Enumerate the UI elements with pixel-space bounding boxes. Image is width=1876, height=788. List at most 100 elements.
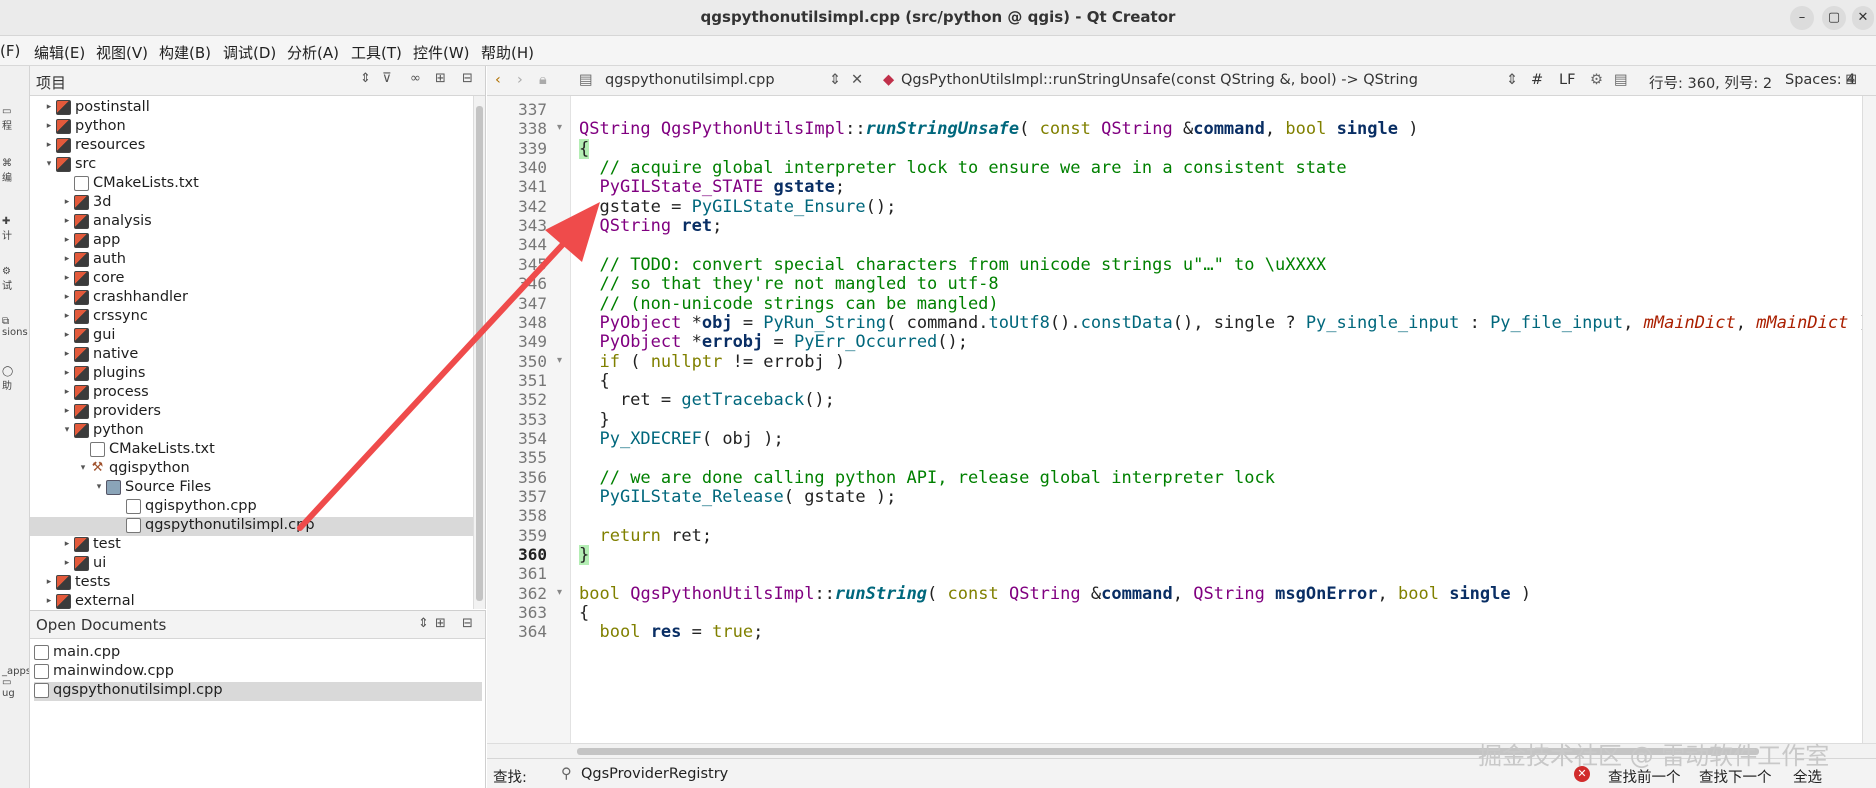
code-line[interactable]: bool res = true; [579,622,763,642]
tree-item[interactable]: CMakeLists.txt [76,441,215,460]
collapsed-arrow-icon[interactable]: ▸ [60,387,74,397]
expanded-arrow-icon[interactable]: ▾ [60,425,74,435]
collapsed-arrow-icon[interactable]: ▸ [60,349,74,359]
document-icon[interactable]: ▤ [1614,72,1628,88]
kit-selector[interactable]: _apps ▭ ug [2,666,29,699]
tree-item[interactable]: ▸ resources [42,137,146,156]
tree-item[interactable]: ▸ tests [42,574,111,593]
tree-item[interactable]: ▸ analysis [60,213,152,232]
fold-marker-icon[interactable]: ▾ [557,587,562,598]
menu-build[interactable]: 构建(B) [159,42,211,63]
mode-debug[interactable]: ✚ 计 [2,216,28,242]
menu-edit[interactable]: 编辑(E) [34,42,85,63]
menu-view[interactable]: 视图(V) [96,42,148,63]
collapsed-arrow-icon[interactable]: ▸ [42,577,56,587]
menu-help[interactable]: 帮助(H) [481,42,534,63]
collapsed-arrow-icon[interactable]: ▸ [60,311,74,321]
find-input[interactable]: QgsProviderRegistry [581,766,728,782]
menu-tools[interactable]: 工具(T) [351,42,402,63]
expanded-arrow-icon[interactable]: ▾ [92,482,106,492]
forward-icon[interactable]: › [517,72,523,88]
tree-item[interactable]: ▸ postinstall [42,99,150,118]
expanded-arrow-icon[interactable]: ▾ [42,159,56,169]
collapsed-arrow-icon[interactable]: ▸ [42,102,56,112]
collapsed-arrow-icon[interactable]: ▸ [60,235,74,245]
collapsed-arrow-icon[interactable]: ▸ [60,558,74,568]
code-line[interactable]: // acquire global interpreter lock to en… [579,158,1346,178]
tree-item[interactable]: ▸ core [60,270,125,289]
menu-window[interactable]: 控件(W) [413,42,470,63]
close-button[interactable]: ✕ [1852,6,1874,30]
collapsed-arrow-icon[interactable]: ▸ [60,273,74,283]
code-line[interactable]: PyGILState_Release( gstate ); [579,487,896,507]
link-icon[interactable]: ∞ [410,71,421,86]
minimize-button[interactable]: – [1790,6,1814,30]
cursor-position[interactable]: 行号: 360, 列号: 2 [1649,72,1772,93]
code-line[interactable]: PyObject *errobj = PyErr_Occurred(); [579,332,968,352]
back-icon[interactable]: ‹ [495,72,501,88]
editor-vertical-scrollbar[interactable] [1862,96,1876,743]
code-line[interactable]: { [579,138,590,159]
close-panel-icon[interactable]: ⊟ [462,616,473,631]
collapsed-arrow-icon[interactable]: ▸ [60,406,74,416]
code-line[interactable]: bool QgsPythonUtilsImpl::runString( cons… [579,584,1531,604]
mode-extensions[interactable]: ⧉ sions [2,316,28,338]
code-line[interactable]: PyObject *obj = PyRun_String( command.to… [579,313,1876,333]
tree-item[interactable]: ▸ auth [60,251,126,270]
tree-item[interactable]: ▾ ⚒ qgispython [76,460,190,479]
symbol-selector[interactable]: QgsPythonUtilsImpl::runStringUnsafe(cons… [901,72,1418,88]
code-model-icon[interactable]: ⚙ [1590,72,1603,88]
collapsed-arrow-icon[interactable]: ▸ [60,292,74,302]
collapsed-arrow-icon[interactable]: ▸ [60,254,74,264]
preprocessor-button[interactable]: # [1531,72,1543,88]
document-selector[interactable]: qgspythonutilsimpl.cpp [605,72,775,88]
expanded-arrow-icon[interactable]: ▾ [76,463,90,473]
split-icon[interactable]: ⊞ [435,616,446,631]
tree-item[interactable]: ▸ native [60,346,139,365]
split-editor-icon[interactable]: ⊞ [1845,72,1857,88]
tree-item[interactable]: ▸ process [60,384,149,403]
code-line[interactable]: gstate = PyGILState_Ensure(); [579,197,896,217]
collapsed-arrow-icon[interactable]: ▸ [60,539,74,549]
code-line[interactable]: PyGILState_STATE gstate; [579,177,845,197]
close-document-icon[interactable]: ✕ [851,72,863,88]
code-line[interactable]: } [579,410,609,430]
code-line[interactable]: Py_XDECREF( obj ); [579,429,783,449]
collapsed-arrow-icon[interactable]: ▸ [60,216,74,226]
fold-marker-icon[interactable]: ▾ [557,122,562,133]
mode-help[interactable]: ◯ 助 [2,366,28,392]
tree-item[interactable]: ▾ src [42,156,96,175]
collapsed-arrow-icon[interactable]: ▸ [60,368,74,378]
tree-item[interactable]: ▸ crssync [60,308,148,327]
line-ending-selector[interactable]: LF [1559,72,1575,88]
code-line[interactable]: // (non-unicode strings can be mangled) [579,294,998,314]
tree-item[interactable]: qgispython.cpp [112,498,257,517]
code-line[interactable]: return ret; [579,526,712,546]
tree-item[interactable]: ▸ test [60,536,121,555]
menu-debug[interactable]: 调试(D) [223,42,276,63]
menu-file[interactable]: (F) [0,42,20,60]
code-line[interactable]: // we are done calling python API, relea… [579,468,1275,488]
collapsed-arrow-icon[interactable]: ▸ [60,330,74,340]
tree-item[interactable]: qgspythonutilsimpl.cpp [30,517,474,536]
project-scrollbar[interactable] [473,96,485,609]
code-line[interactable]: // TODO: convert special characters from… [579,255,1326,275]
open-document-item[interactable]: main.cpp [34,644,482,663]
collapsed-arrow-icon[interactable]: ▸ [42,140,56,150]
code-line[interactable]: if ( nullptr != errobj ) [579,352,845,372]
code-editor[interactable]: 337 338 ▾ 339 340 341 342 343 344 345 346 347 348 349… [487,96,1876,743]
tree-item[interactable]: ▸ python [42,118,126,137]
tree-item[interactable]: ▸ 3d [60,194,112,213]
fold-marker-icon[interactable]: ▾ [557,355,562,366]
tree-item[interactable]: ▾ Source Files [92,479,212,498]
view-select-icon[interactable]: ⇕ [418,616,429,631]
dropdown-icon[interactable]: ⇕ [1506,72,1518,88]
tree-item[interactable]: ▸ crashhandler [60,289,188,308]
tree-item[interactable]: ▸ plugins [60,365,146,384]
code-line[interactable]: { [579,371,609,391]
open-document-item[interactable]: qgspythonutilsimpl.cpp [34,682,482,701]
code-line[interactable]: QString QgsPythonUtilsImpl::runStringUns… [579,119,1418,139]
mode-projects[interactable]: ⚙ 试 [2,266,28,292]
code-line[interactable]: // so that they're not mangled to utf-8 [579,274,998,294]
filter-icon[interactable]: ⊽ [382,71,392,86]
